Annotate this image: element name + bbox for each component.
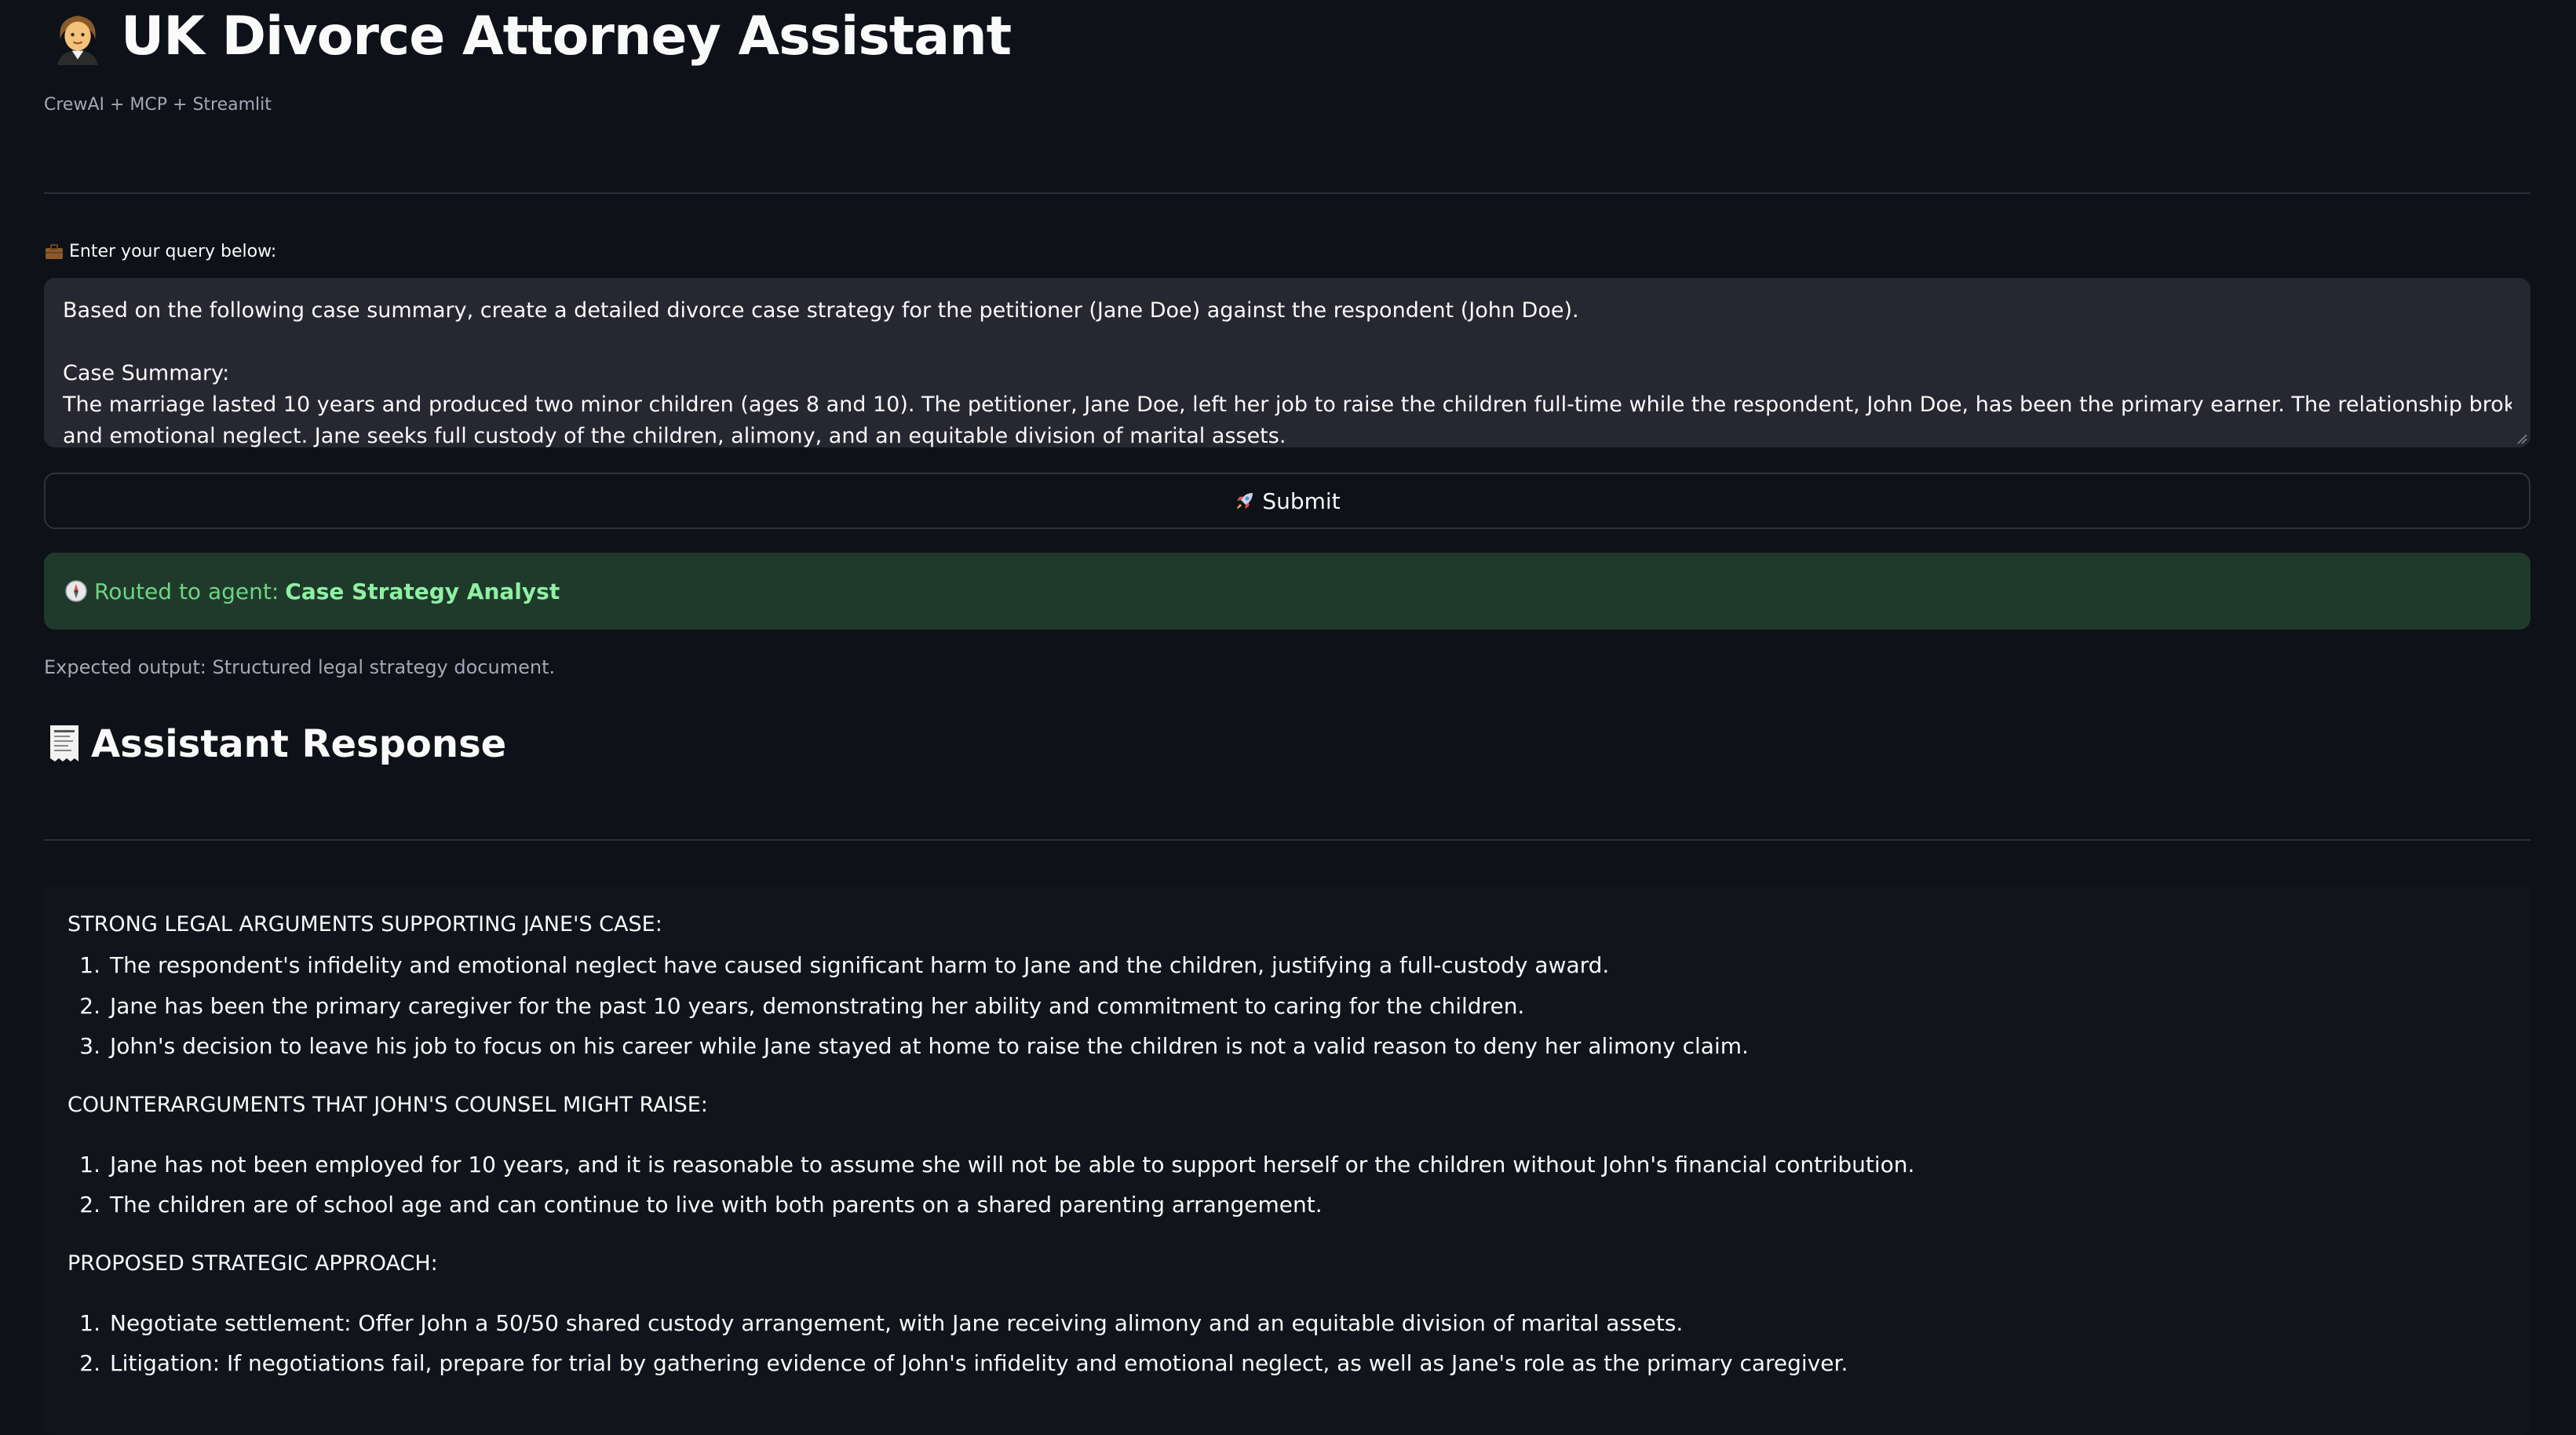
query-line: Case Summary: bbox=[63, 361, 230, 385]
page-title: UK Divorce Attorney Assistant bbox=[49, 0, 1012, 72]
list-item-text: Litigation: If negotiations fail, prepar… bbox=[110, 1350, 1848, 1376]
list-item-text: Negotiate settlement: Offer John a 50/50… bbox=[110, 1310, 1684, 1336]
list-item-number: 1. bbox=[79, 1152, 100, 1178]
briefcase-icon bbox=[46, 243, 63, 259]
receipt-icon bbox=[50, 725, 78, 761]
query-line: and emotional neglect. Jane seeks full c… bbox=[63, 424, 1286, 447]
query-line bbox=[63, 327, 2512, 358]
submit-button-label: Submit bbox=[1262, 487, 1341, 514]
list-item: 1. The respondent's infidelity and emotio… bbox=[68, 952, 1609, 978]
section-heading: PROPOSED STRATEGIC APPROACH: bbox=[68, 1251, 438, 1276]
list-item-text: Jane has been the primary caregiver for … bbox=[110, 993, 1525, 1019]
compass-icon bbox=[65, 580, 87, 602]
list-item: 2. The children are of school age and can… bbox=[68, 1192, 1323, 1218]
list-item-text: The children are of school age and can c… bbox=[110, 1192, 1323, 1218]
query-label-text: Enter your query below: bbox=[69, 242, 277, 261]
list-item-text: John's decision to leave his job to focu… bbox=[110, 1033, 1749, 1059]
list-item-number: 3. bbox=[79, 1033, 100, 1059]
header-divider bbox=[44, 192, 2530, 194]
section-heading: COUNTERARGUMENTS THAT JOHN'S COUNSEL MIG… bbox=[68, 1093, 708, 1117]
list-item-text: The respondent's infidelity and emotiona… bbox=[110, 952, 1610, 978]
response-divider bbox=[44, 839, 2530, 841]
query-label: Enter your query below: bbox=[44, 242, 276, 261]
woman-judge-emoji-icon bbox=[57, 16, 98, 65]
list-item: 1. Negotiate settlement: Offer John a 50/… bbox=[68, 1310, 1683, 1336]
list-item: 2. Jane has been the primary caregiver fo… bbox=[68, 993, 1524, 1019]
page-caption: CrewAI + MCP + Streamlit bbox=[44, 95, 272, 115]
routing-agent-name: Case Strategy Analyst bbox=[285, 578, 560, 604]
query-line: Based on the following case summary, cre… bbox=[63, 298, 1579, 323]
list-item-number: 1. bbox=[79, 1310, 100, 1336]
list-item-text: Jane has not been employed for 10 years,… bbox=[110, 1152, 1915, 1178]
routing-prefix: Routed to agent: bbox=[94, 578, 279, 604]
query-line: The marriage lasted 10 years and produce… bbox=[63, 393, 2512, 417]
list-item: 1. Jane has not been employed for 10 year… bbox=[68, 1152, 1914, 1178]
routing-alert: Routed to agent: Case Strategy Analyst bbox=[44, 553, 2530, 630]
expected-output-caption: Expected output: Structured legal strate… bbox=[44, 656, 556, 678]
section-heading: STRONG LEGAL ARGUMENTS SUPPORTING JANE'S… bbox=[68, 912, 662, 937]
response-heading-text: Assistant Response bbox=[91, 722, 507, 766]
list-item-number: 2. bbox=[79, 1192, 100, 1218]
page-title-text: UK Divorce Attorney Assistant bbox=[121, 5, 1012, 68]
resize-handle-icon[interactable] bbox=[2516, 433, 2527, 444]
response-heading: Assistant Response bbox=[47, 722, 506, 766]
list-item-number: 2. bbox=[79, 993, 100, 1019]
list-item-number: 1. bbox=[79, 952, 100, 978]
response-container: STRONG LEGAL ARGUMENTS SUPPORTING JANE'S… bbox=[44, 885, 2530, 1435]
rocket-icon bbox=[1237, 493, 1253, 509]
list-item-number: 2. bbox=[79, 1350, 100, 1376]
submit-button[interactable]: Submit bbox=[44, 473, 2530, 529]
list-item: 3. John's decision to leave his job to fo… bbox=[68, 1033, 1749, 1059]
list-item: 2. Litigation: If negotiations fail, prep… bbox=[68, 1350, 1848, 1376]
query-textarea[interactable]: Based on the following case summary, cre… bbox=[44, 278, 2530, 447]
